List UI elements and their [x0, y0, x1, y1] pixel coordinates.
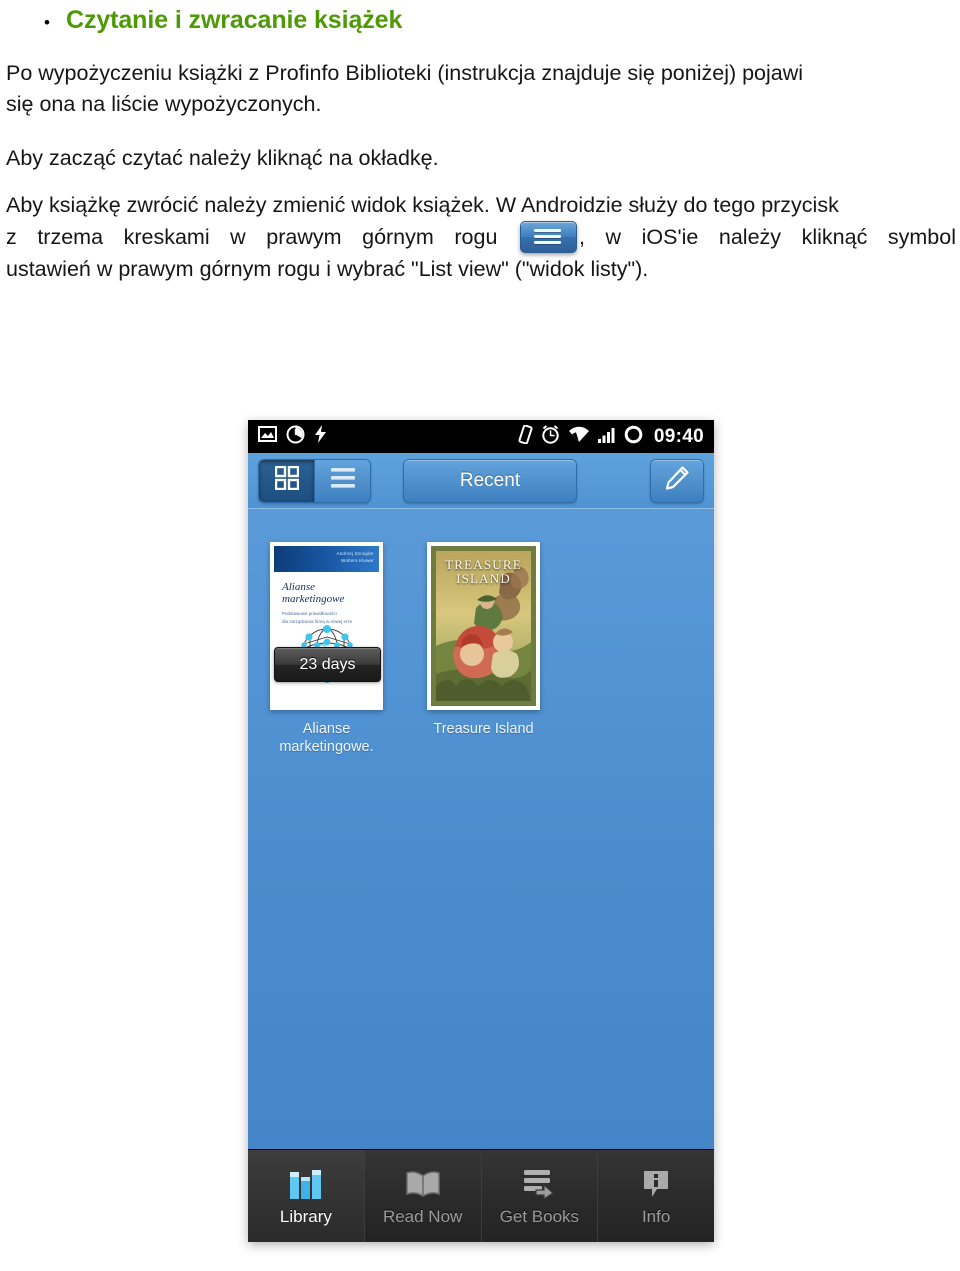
paragraph-intro-line-2: się ona na liście wypożyczonych.: [6, 92, 322, 117]
info-bubble-icon: [642, 1166, 670, 1202]
library-shelf: Andrzej Sznajder Wolters Kluwer Alianse m…: [248, 509, 714, 1150]
grid-icon: [274, 465, 299, 495]
paragraph-start-reading-line-1: Aby zacząć czytać należy kliknąć na okła…: [6, 145, 439, 170]
recent-button-label: Recent: [459, 469, 521, 491]
library-toolbar: Recent: [248, 453, 714, 509]
paragraph-intro-line-1: Po wypożyczeniu książki z Profinfo Bibli…: [6, 60, 804, 85]
paragraph-intro: Po wypożyczeniu książki z Profinfo Bibli…: [0, 58, 960, 121]
book-item[interactable]: Andrzej Sznajder Wolters Kluwer Alianse m…: [270, 542, 383, 756]
loan-days-badge-label: 23 days: [299, 655, 356, 673]
cover-art-treasure-island: TREASURE ISLAND: [431, 546, 536, 706]
image-icon: [258, 426, 277, 447]
document-body: • Czytanie i zwracanie książek Po wypoży…: [0, 0, 960, 285]
books-shelf-icon: [289, 1166, 323, 1202]
book-cover[interactable]: TREASURE ISLAND: [427, 542, 540, 710]
hamburger-menu-icon: [519, 221, 577, 254]
book-title: Treasure Island: [433, 721, 534, 737]
list-icon: [330, 467, 356, 494]
cover-title: TREASURE ISLAND: [445, 557, 522, 587]
tab-library[interactable]: Library: [248, 1150, 364, 1242]
wifi-icon: [568, 426, 590, 448]
bullet-marker: •: [44, 13, 50, 32]
tab-library-label: Library: [279, 1206, 332, 1226]
paragraph-return-book: Aby książkę zwrócić należy zmienić widok…: [0, 190, 960, 285]
lightning-icon: [314, 425, 327, 448]
vibrate-icon: [518, 424, 533, 449]
book-title: Alianse marketingowe.: [279, 721, 374, 756]
cover-band: Andrzej Sznajder Wolters Kluwer: [274, 546, 379, 572]
grid-view-button[interactable]: [259, 459, 314, 502]
paragraph-return-book-line-3: ustawień w prawym górnym rogu i wybrać "…: [6, 256, 649, 281]
tab-get-books-label: Get Books: [499, 1206, 580, 1226]
cover-art-alianse: Andrzej Sznajder Wolters Kluwer Alianse m…: [274, 546, 379, 706]
clock-progress-icon: [286, 425, 305, 449]
tab-get-books[interactable]: Get Books: [480, 1150, 598, 1242]
status-bar: 09:40: [248, 420, 714, 453]
cover-title: Alianse marketingowe: [282, 581, 345, 606]
book-item[interactable]: TREASURE ISLAND Treasure Island: [427, 542, 540, 756]
tab-read-now[interactable]: Read Now: [363, 1150, 481, 1242]
pencil-icon: [664, 465, 690, 496]
status-bar-left-icons: [258, 425, 327, 449]
recent-button[interactable]: Recent: [403, 458, 577, 503]
loan-days-badge: 23 days: [274, 647, 381, 682]
status-bar-clock: 09:40: [653, 425, 704, 447]
cover-author: Andrzej Sznajder Wolters Kluwer: [336, 551, 374, 563]
tab-read-now-label: Read Now: [382, 1206, 463, 1226]
section-heading-text: Czytanie i zwracanie książek: [66, 6, 403, 34]
tab-info[interactable]: Info: [597, 1150, 714, 1242]
view-mode-segmented-control[interactable]: [258, 458, 371, 503]
alarm-icon: [541, 424, 560, 449]
download-list-icon: [522, 1166, 556, 1202]
bottom-tab-bar: Library Read Now Get Books Info: [248, 1149, 714, 1242]
list-view-button[interactable]: [315, 459, 370, 502]
battery-icon: [624, 425, 643, 449]
paragraph-return-book-line-1: Aby książkę zwrócić należy zmienić widok…: [6, 192, 839, 217]
book-grid: Andrzej Sznajder Wolters Kluwer Alianse m…: [270, 542, 692, 756]
paragraph-return-book-line-2-before: z trzema kreskami w prawym górnym rogu: [6, 225, 498, 250]
signal-icon: [597, 426, 616, 448]
edit-button[interactable]: [650, 458, 704, 503]
open-book-icon: [405, 1166, 441, 1202]
paragraph-start-reading: Aby zacząć czytać należy kliknąć na okła…: [0, 143, 960, 174]
tab-info-label: Info: [641, 1206, 671, 1226]
paragraph-return-book-line-2: z trzema kreskami w prawym górnym rogu ,…: [6, 221, 956, 254]
status-bar-right-icons: 09:40: [518, 424, 704, 449]
paragraph-return-book-line-2-after: , w iOS'ie należy kliknąć symbol: [578, 225, 956, 250]
phone-screenshot: 09:40 Recent Andrzej Sznajder Wolters Kl…: [248, 420, 714, 1242]
section-heading: • Czytanie i zwracanie książek: [0, 0, 960, 35]
book-cover[interactable]: Andrzej Sznajder Wolters Kluwer Alianse m…: [270, 542, 383, 710]
